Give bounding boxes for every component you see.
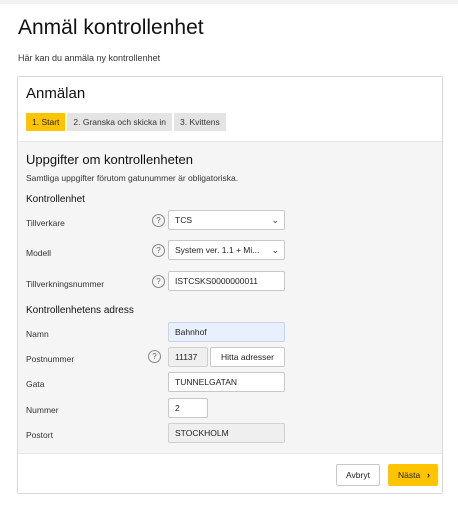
postal-code-input[interactable]: 11137 xyxy=(168,347,208,367)
city-label: Postort xyxy=(26,430,53,440)
step-review-submit: 2. Granska och skicka in xyxy=(67,113,173,131)
section-description: Samtliga uppgifter förutom gatunummer är… xyxy=(26,173,239,183)
serial-number-input[interactable]: ISTCSKS0000000011 xyxy=(168,271,285,291)
card-header: Anmälan 1. Start 2. Granska och skicka i… xyxy=(18,77,442,141)
chevron-down-icon: ⌄ xyxy=(271,245,279,255)
serial-number-label: Tillverkningsnummer xyxy=(26,279,105,289)
registration-card: Anmälan 1. Start 2. Granska och skicka i… xyxy=(17,76,443,494)
chevron-down-icon: ⌄ xyxy=(271,215,279,225)
page-subtitle: Här kan du anmäla ny kontrollenhet xyxy=(18,53,161,63)
next-button-label: Nästa xyxy=(398,470,421,480)
section-title: Uppgifter om kontrollenheten xyxy=(26,152,193,167)
top-divider xyxy=(0,0,458,4)
manufacturer-value: TCS xyxy=(175,215,192,225)
manufacturer-select[interactable]: TCS ⌄ xyxy=(168,210,285,230)
unit-heading: Kontrollenhet xyxy=(26,194,85,205)
next-button[interactable]: Nästa › xyxy=(388,464,438,486)
question-mark-icon[interactable]: ? xyxy=(152,275,165,288)
postal-code-label: Postnummer xyxy=(26,354,75,364)
card-title: Anmälan xyxy=(26,85,86,102)
model-select[interactable]: System ver. 1.1 + Mi... ⌄ xyxy=(168,240,285,260)
manufacturer-label: Tillverkare xyxy=(26,218,65,228)
find-addresses-button[interactable]: Hitta adresser xyxy=(210,347,285,367)
street-number-input[interactable]: 2 xyxy=(168,398,208,418)
number-label: Nummer xyxy=(26,405,59,415)
model-label: Modell xyxy=(26,248,52,258)
street-input[interactable]: TUNNELGATAN xyxy=(168,372,285,392)
card-footer: Avbryt Nästa › xyxy=(18,453,442,493)
step-start: 1. Start xyxy=(26,113,66,131)
question-mark-icon[interactable]: ? xyxy=(152,214,165,227)
address-heading: Kontrollenhetens adress xyxy=(26,305,134,316)
question-mark-icon[interactable]: ? xyxy=(148,350,161,363)
cancel-button[interactable]: Avbryt xyxy=(336,464,380,486)
form-body: Uppgifter om kontrollenheten Samtliga up… xyxy=(18,141,442,453)
chevron-right-icon: › xyxy=(427,470,430,480)
street-label: Gata xyxy=(26,379,45,389)
city-input: STOCKHOLM xyxy=(168,423,285,443)
name-input[interactable]: Bahnhof xyxy=(168,322,285,342)
step-receipt: 3. Kvittens xyxy=(174,113,226,131)
name-label: Namn xyxy=(26,329,49,339)
step-indicator: 1. Start 2. Granska och skicka in 3. Kvi… xyxy=(26,113,228,131)
page-title: Anmäl kontrollenhet xyxy=(18,16,204,39)
model-value: System ver. 1.1 + Mi... xyxy=(175,245,260,255)
question-mark-icon[interactable]: ? xyxy=(152,244,165,257)
